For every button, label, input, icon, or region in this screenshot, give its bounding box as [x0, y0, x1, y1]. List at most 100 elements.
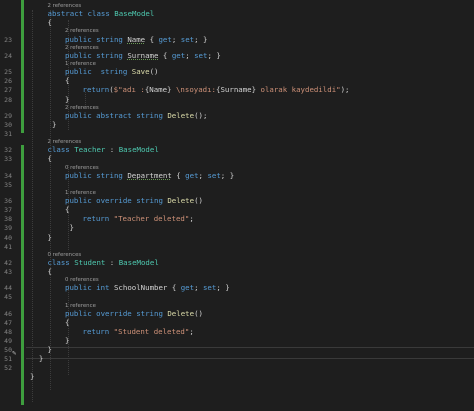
- code-text: public string Department { get; set; }: [65, 171, 234, 180]
- code-text: }: [47, 119, 57, 129]
- code-token: override: [96, 308, 137, 318]
- code-text: public abstract string Delete();: [65, 111, 207, 120]
- code-line[interactable]: 23 public string Name { get; set; }: [0, 35, 474, 44]
- code-token: ; }: [207, 50, 221, 60]
- line-number: 48: [4, 327, 12, 336]
- code-line[interactable]: 51 }: [0, 354, 474, 363]
- code-line[interactable]: 27 return($"adı :{Name} \nsoyadı:{Surname…: [0, 85, 474, 94]
- code-token: Name: [127, 34, 146, 44]
- code-line[interactable]: 30 }: [0, 120, 474, 129]
- line-number: 24: [4, 51, 12, 60]
- code-text: class Teacher : BaseModel: [48, 145, 159, 154]
- code-token: }: [47, 232, 52, 242]
- line-number: 31: [4, 130, 12, 138]
- code-line[interactable]: 28}: [0, 95, 474, 104]
- code-token: string: [96, 67, 132, 77]
- code-text: {: [48, 18, 52, 27]
- code-line[interactable]: 33 {: [0, 154, 474, 163]
- code-line[interactable]: 34 public string Department { get; set; }: [0, 171, 474, 180]
- line-number: 34: [4, 171, 12, 180]
- code-token: {: [145, 34, 159, 44]
- code-line[interactable]: 49}: [0, 336, 474, 345]
- code-line[interactable]: 38 return "Teacher deleted";: [0, 214, 474, 223]
- code-token: string: [96, 34, 128, 44]
- line-number: 42: [4, 258, 12, 267]
- code-token: set: [180, 34, 195, 44]
- code-line[interactable]: 47 {: [0, 318, 474, 327]
- code-line[interactable]: 41: [0, 242, 474, 251]
- code-token: string: [136, 196, 168, 206]
- code-line[interactable]: 48 return "Student deleted";: [0, 327, 474, 336]
- code-line[interactable]: }: [0, 372, 474, 381]
- code-token: "Teacher deleted": [113, 214, 190, 224]
- code-token: (): [194, 308, 203, 318]
- code-token: }: [47, 119, 57, 129]
- code-token: {Name}: [144, 85, 172, 95]
- code-line[interactable]: 39 }: [0, 223, 474, 232]
- code-line[interactable]: 36 public override string Delete(): [0, 196, 474, 205]
- code-line[interactable]: 25 public string Save(): [0, 67, 474, 76]
- code-token: set: [207, 170, 221, 180]
- code-text: abstract class BaseModel: [48, 9, 155, 18]
- code-line[interactable]: 50}: [0, 345, 474, 354]
- code-token: ; }: [220, 170, 235, 180]
- code-text: }: [30, 354, 43, 363]
- code-line[interactable]: 44 public int SchoolNumber { get; set; }: [0, 283, 474, 292]
- line-number: 29: [4, 111, 12, 120]
- code-token: set: [202, 283, 217, 293]
- code-line[interactable]: abstract class BaseModel: [0, 9, 474, 18]
- code-token: }: [30, 354, 44, 364]
- line-number: 45: [4, 293, 12, 302]
- code-text: {: [48, 267, 52, 276]
- code-token: get: [158, 34, 172, 44]
- line-number: 25: [4, 68, 12, 77]
- code-line[interactable]: {: [0, 18, 474, 27]
- code-token: Delete: [167, 196, 195, 206]
- line-number: 51: [4, 355, 12, 364]
- code-token: \nsoyadı:: [171, 85, 217, 95]
- line-number: 47: [4, 318, 12, 327]
- code-line[interactable]: 45: [0, 292, 474, 301]
- code-token: Delete: [167, 110, 195, 120]
- code-text: return "Teacher deleted";: [83, 214, 194, 223]
- code-line[interactable]: 31: [0, 129, 474, 138]
- code-token: {: [47, 18, 52, 28]
- code-token: ; }: [194, 34, 208, 44]
- line-number: 36: [4, 197, 12, 206]
- code-line[interactable]: 46 public override string Delete(): [0, 309, 474, 318]
- code-token: class: [47, 145, 75, 155]
- code-line[interactable]: 42 class Student : BaseModel: [0, 258, 474, 267]
- line-number: 30: [4, 120, 12, 129]
- code-token: );: [340, 85, 350, 95]
- code-token: :: [105, 257, 119, 267]
- code-token: {: [65, 205, 70, 215]
- code-line[interactable]: 52: [0, 363, 474, 372]
- code-line[interactable]: 26 {: [0, 76, 474, 85]
- code-token: public: [65, 308, 97, 318]
- code-token: abstract: [96, 110, 137, 120]
- code-token: BaseModel: [118, 145, 159, 155]
- code-token: int: [96, 283, 114, 293]
- code-editor[interactable]: ✎ 2 references abstract class BaseModel{2…: [0, 0, 474, 411]
- code-token: :: [105, 145, 119, 155]
- code-line[interactable]: 40}: [0, 233, 474, 242]
- line-number: 27: [4, 86, 12, 95]
- code-line[interactable]: 35: [0, 180, 474, 189]
- code-line[interactable]: 43 {: [0, 267, 474, 276]
- code-line[interactable]: 37 {: [0, 205, 474, 214]
- code-text: public string Name { get; set; }: [65, 35, 207, 44]
- code-line[interactable]: 32 class Teacher : BaseModel: [0, 145, 474, 154]
- code-line[interactable]: 29 public abstract string Delete();: [0, 111, 474, 120]
- code-token: {: [65, 76, 70, 86]
- code-text: {: [65, 205, 69, 214]
- code-token: Delete: [167, 308, 195, 318]
- code-token: public: [65, 196, 97, 206]
- code-token: return: [82, 85, 110, 95]
- code-token: {: [65, 317, 70, 327]
- code-token: }: [30, 372, 35, 382]
- code-text: }: [65, 223, 73, 232]
- code-text: public string Surname { get; set; }: [65, 51, 221, 60]
- code-line[interactable]: 24 public string Surname { get; set; }: [0, 51, 474, 60]
- code-token: $"adı :: [113, 85, 145, 95]
- code-token: BaseModel: [114, 9, 155, 19]
